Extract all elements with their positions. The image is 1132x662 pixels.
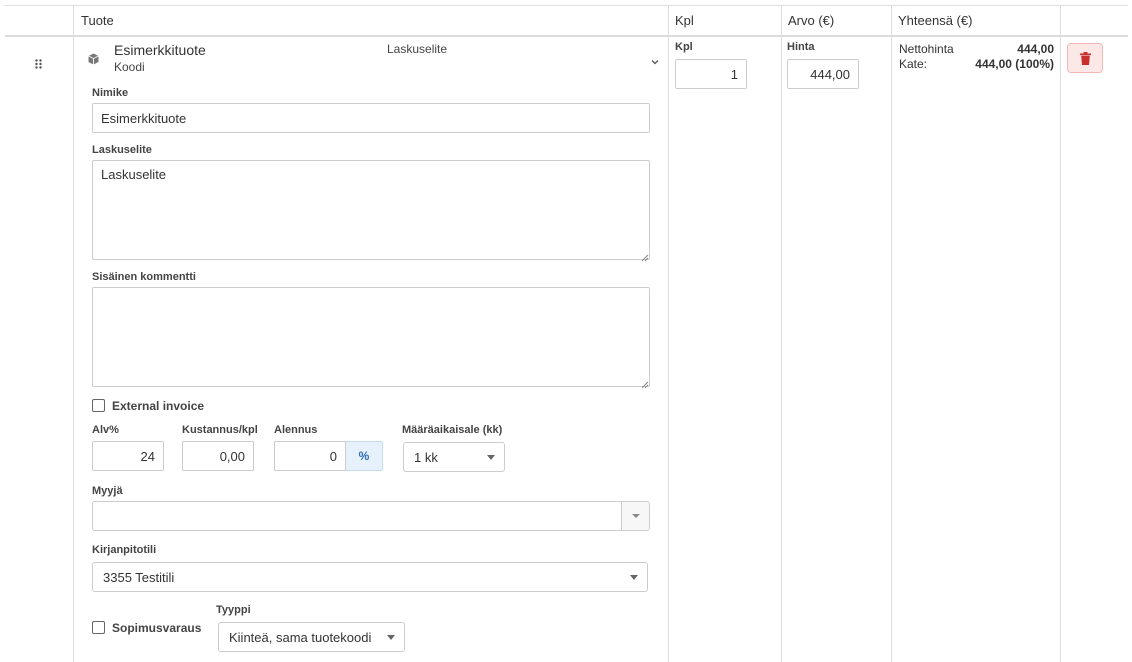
resize-grip-icon[interactable] xyxy=(641,377,649,389)
name-input[interactable] xyxy=(92,103,650,133)
discount-input[interactable] xyxy=(274,441,346,471)
invoice-rows-table: Tuote Kpl Arvo (€) Yhteensä (€) Esimerkk… xyxy=(5,5,1128,662)
qty-label: Kpl xyxy=(675,41,693,53)
header-value: Arvo (€) xyxy=(788,13,835,28)
product-name: Esimerkkituote xyxy=(114,42,206,58)
trash-icon xyxy=(1079,51,1091,65)
column-divider xyxy=(73,5,74,662)
seller-dropdown-button[interactable] xyxy=(621,502,649,530)
account-value: 3355 Testitili xyxy=(103,569,175,585)
name-label: Nimike xyxy=(92,87,129,99)
contract-reservation-checkbox[interactable] xyxy=(92,621,105,634)
column-divider xyxy=(668,5,669,662)
type-select[interactable]: Kiinteä, sama tuotekoodi xyxy=(218,622,405,652)
header-qty: Kpl xyxy=(675,13,694,28)
seller-select[interactable] xyxy=(92,501,650,531)
cost-label: Kustannus/kpl xyxy=(182,424,258,436)
column-divider xyxy=(781,5,782,662)
dropdown-caret-icon xyxy=(387,635,395,640)
internal-comment-textarea[interactable] xyxy=(92,287,650,387)
price-input[interactable] xyxy=(787,59,859,89)
account-select[interactable]: 3355 Testitili xyxy=(92,562,648,592)
header-product: Tuote xyxy=(81,13,114,28)
product-code: Koodi xyxy=(114,60,145,74)
header-divider xyxy=(5,35,1128,37)
type-value: Kiinteä, sama tuotekoodi xyxy=(229,629,372,645)
chevron-down-icon[interactable] xyxy=(650,54,660,65)
internal-comment-label: Sisäinen kommentti xyxy=(92,271,196,283)
qty-input[interactable] xyxy=(675,59,747,89)
margin-label: Kate: xyxy=(899,57,928,71)
net-price-value: 444,00 xyxy=(1017,42,1054,56)
invoice-desc-preview: Laskuselite xyxy=(387,42,448,56)
column-divider xyxy=(1060,5,1061,662)
account-label: Kirjanpitotili xyxy=(92,544,157,556)
fixed-term-value: 1 kk xyxy=(414,449,438,465)
invoice-desc-label: Laskuselite xyxy=(92,144,152,156)
dropdown-caret-icon xyxy=(487,455,495,460)
seller-label: Myyjä xyxy=(92,485,123,497)
invoice-desc-textarea[interactable]: Laskuselite xyxy=(92,160,650,260)
drag-handle-icon[interactable] xyxy=(35,57,43,69)
fixed-term-label: Määräaikaisale (kk) xyxy=(402,424,503,436)
column-divider xyxy=(891,5,892,662)
vat-label: Alv% xyxy=(92,424,119,436)
header-total: Yhteensä (€) xyxy=(898,13,973,28)
price-label: Hinta xyxy=(787,41,815,53)
external-invoice-checkbox[interactable] xyxy=(92,399,105,412)
contract-reservation-label: Sopimusvaraus xyxy=(112,621,202,635)
dropdown-caret-icon xyxy=(630,575,638,580)
table-top-border xyxy=(5,5,1128,6)
external-invoice-label: External invoice xyxy=(112,399,205,413)
box-icon xyxy=(88,53,99,65)
dropdown-caret-icon xyxy=(632,514,640,518)
margin-value: 444,00 (100%) xyxy=(975,57,1054,71)
resize-grip-icon[interactable] xyxy=(641,250,649,262)
net-price-label: Nettohinta xyxy=(899,42,954,56)
fixed-term-select[interactable]: 1 kk xyxy=(403,442,505,472)
cost-input[interactable] xyxy=(182,441,254,471)
discount-unit: % xyxy=(346,441,383,471)
discount-label: Alennus xyxy=(274,424,318,436)
type-label: Tyyppi xyxy=(216,604,251,616)
vat-input[interactable] xyxy=(92,441,164,471)
delete-row-button[interactable] xyxy=(1067,43,1103,73)
